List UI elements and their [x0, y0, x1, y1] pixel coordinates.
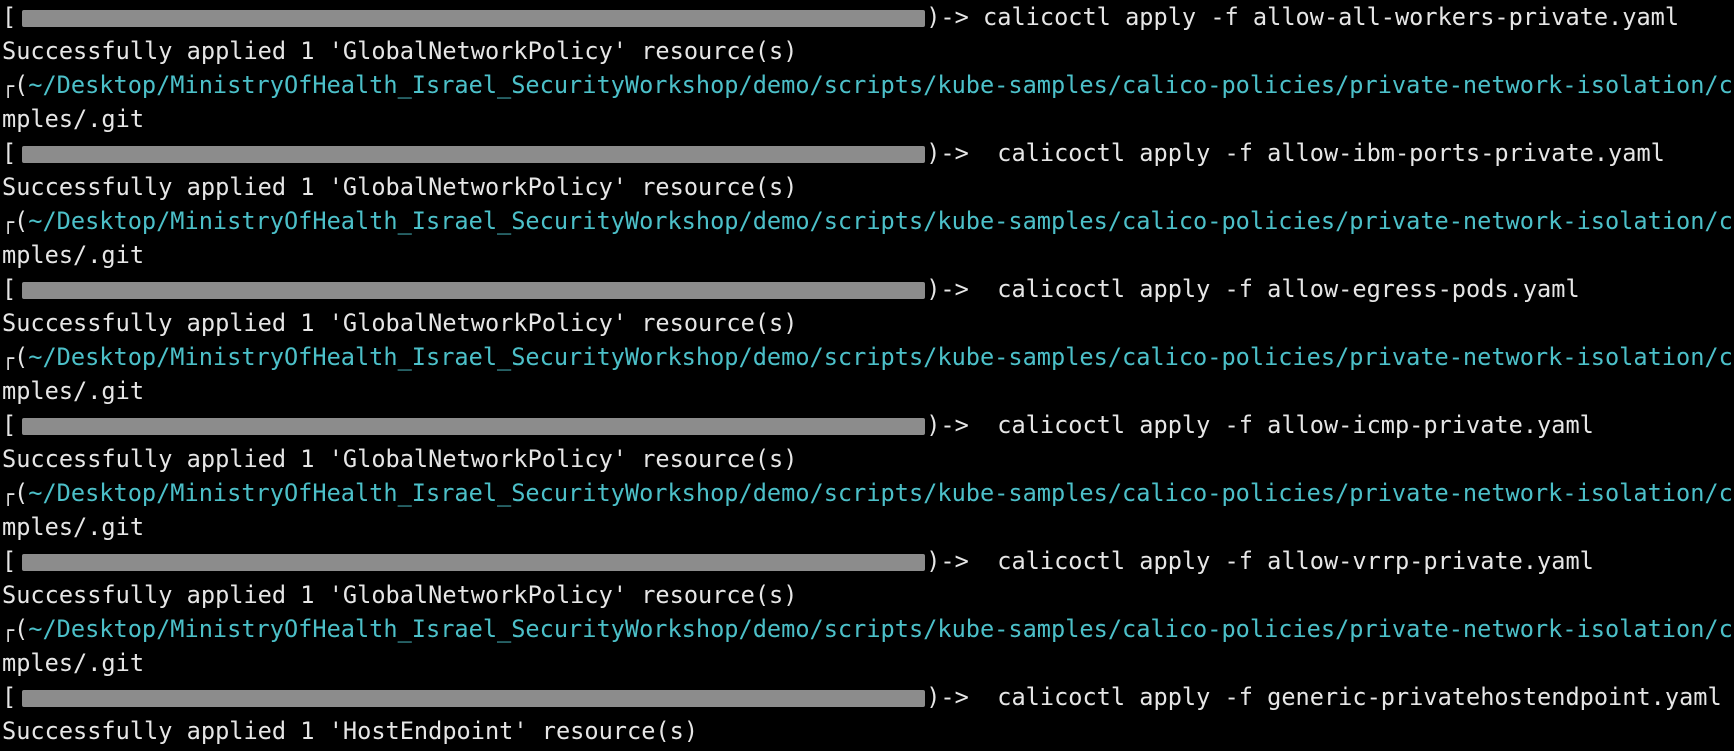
- prompt-line: [ )-> calicoctl apply -f allow-vrrp-priva…: [2, 544, 1594, 578]
- command-output: Successfully applied 1 'GlobalNetworkPol…: [2, 37, 798, 65]
- git-path-continuation: mples/.git: [2, 513, 145, 541]
- path-paren: (: [14, 71, 29, 99]
- working-directory-line: ┌(~/Desktop/MinistryOfHealth_Israel_Secu…: [2, 612, 1734, 646]
- working-directory-path: ~/Desktop/MinistryOfHealth_Israel_Securi…: [28, 71, 1734, 99]
- working-directory-line: ┌(~/Desktop/MinistryOfHealth_Israel_Secu…: [2, 68, 1734, 102]
- working-directory-path: ~/Desktop/MinistryOfHealth_Israel_Securi…: [28, 343, 1734, 371]
- prompt-line: [ )-> calicoctl apply -f allow-icmp-priva…: [2, 408, 1594, 442]
- git-path-continuation: mples/.git: [2, 377, 145, 405]
- command-output: Successfully applied 1 'HostEndpoint' re…: [2, 717, 699, 745]
- working-directory-path: ~/Desktop/MinistryOfHealth_Israel_Securi…: [28, 479, 1734, 507]
- command-output: Successfully applied 1 'GlobalNetworkPol…: [2, 445, 798, 473]
- command-output: Successfully applied 1 'GlobalNetworkPol…: [2, 309, 798, 337]
- prompt-bracket: [: [2, 411, 17, 439]
- redacted-user-host: [22, 10, 926, 27]
- prompt-arrow: )->: [926, 547, 969, 575]
- prompt-bracket: [: [2, 139, 17, 167]
- command-output: Successfully applied 1 'GlobalNetworkPol…: [2, 173, 798, 201]
- path-paren: (: [14, 615, 29, 643]
- git-path-continuation: mples/.git: [2, 649, 145, 677]
- path-paren: (: [14, 343, 29, 371]
- git-path-continuation: mples/.git: [2, 105, 145, 133]
- prompt-line: [ )-> calicoctl apply -f allow-ibm-ports-…: [2, 136, 1665, 170]
- path-paren: (: [14, 479, 29, 507]
- redacted-user-host: [22, 146, 926, 163]
- prompt-line: [ )-> calicoctl apply -f generic-privateh…: [2, 680, 1722, 714]
- prompt-line: [ )-> calicoctl apply -f allow-all-worker…: [2, 0, 1679, 34]
- prompt-bracket: [: [2, 683, 17, 711]
- command-text: calicoctl apply -f allow-all-workers-pri…: [968, 3, 1680, 31]
- git-path-continuation: mples/.git: [2, 241, 145, 269]
- corner-glyph: ┌: [2, 74, 15, 98]
- redacted-user-host: [22, 554, 926, 571]
- command-text: calicoctl apply -f allow-vrrp-private.ya…: [968, 547, 1594, 575]
- corner-glyph: ┌: [2, 210, 15, 234]
- command-output: Successfully applied 1 'GlobalNetworkPol…: [2, 581, 798, 609]
- path-paren: (: [14, 207, 29, 235]
- terminal-window[interactable]: [ )-> calicoctl apply -f allow-all-worker…: [0, 0, 1734, 751]
- working-directory-line: ┌(~/Desktop/MinistryOfHealth_Israel_Secu…: [2, 204, 1734, 238]
- prompt-arrow: )->: [926, 3, 969, 31]
- prompt-arrow: )->: [926, 411, 969, 439]
- command-text: calicoctl apply -f generic-privatehosten…: [968, 683, 1722, 711]
- redacted-user-host: [22, 418, 926, 435]
- prompt-bracket: [: [2, 547, 17, 575]
- working-directory-path: ~/Desktop/MinistryOfHealth_Israel_Securi…: [28, 615, 1734, 643]
- prompt-bracket: [: [2, 3, 17, 31]
- corner-glyph: ┌: [2, 618, 15, 642]
- redacted-user-host: [22, 282, 926, 299]
- corner-glyph: ┌: [2, 482, 15, 506]
- command-text: calicoctl apply -f allow-icmp-private.ya…: [968, 411, 1594, 439]
- redacted-user-host: [22, 690, 926, 707]
- working-directory-line: ┌(~/Desktop/MinistryOfHealth_Israel_Secu…: [2, 476, 1734, 510]
- command-text: calicoctl apply -f allow-ibm-ports-priva…: [968, 139, 1665, 167]
- corner-glyph: ┌: [2, 346, 15, 370]
- working-directory-line: ┌(~/Desktop/MinistryOfHealth_Israel_Secu…: [2, 340, 1734, 374]
- prompt-arrow: )->: [926, 275, 969, 303]
- prompt-arrow: )->: [926, 139, 969, 167]
- working-directory-path: ~/Desktop/MinistryOfHealth_Israel_Securi…: [28, 207, 1734, 235]
- command-text: calicoctl apply -f allow-egress-pods.yam…: [968, 275, 1580, 303]
- prompt-bracket: [: [2, 275, 17, 303]
- prompt-arrow: )->: [926, 683, 969, 711]
- prompt-line: [ )-> calicoctl apply -f allow-egress-pod…: [2, 272, 1580, 306]
